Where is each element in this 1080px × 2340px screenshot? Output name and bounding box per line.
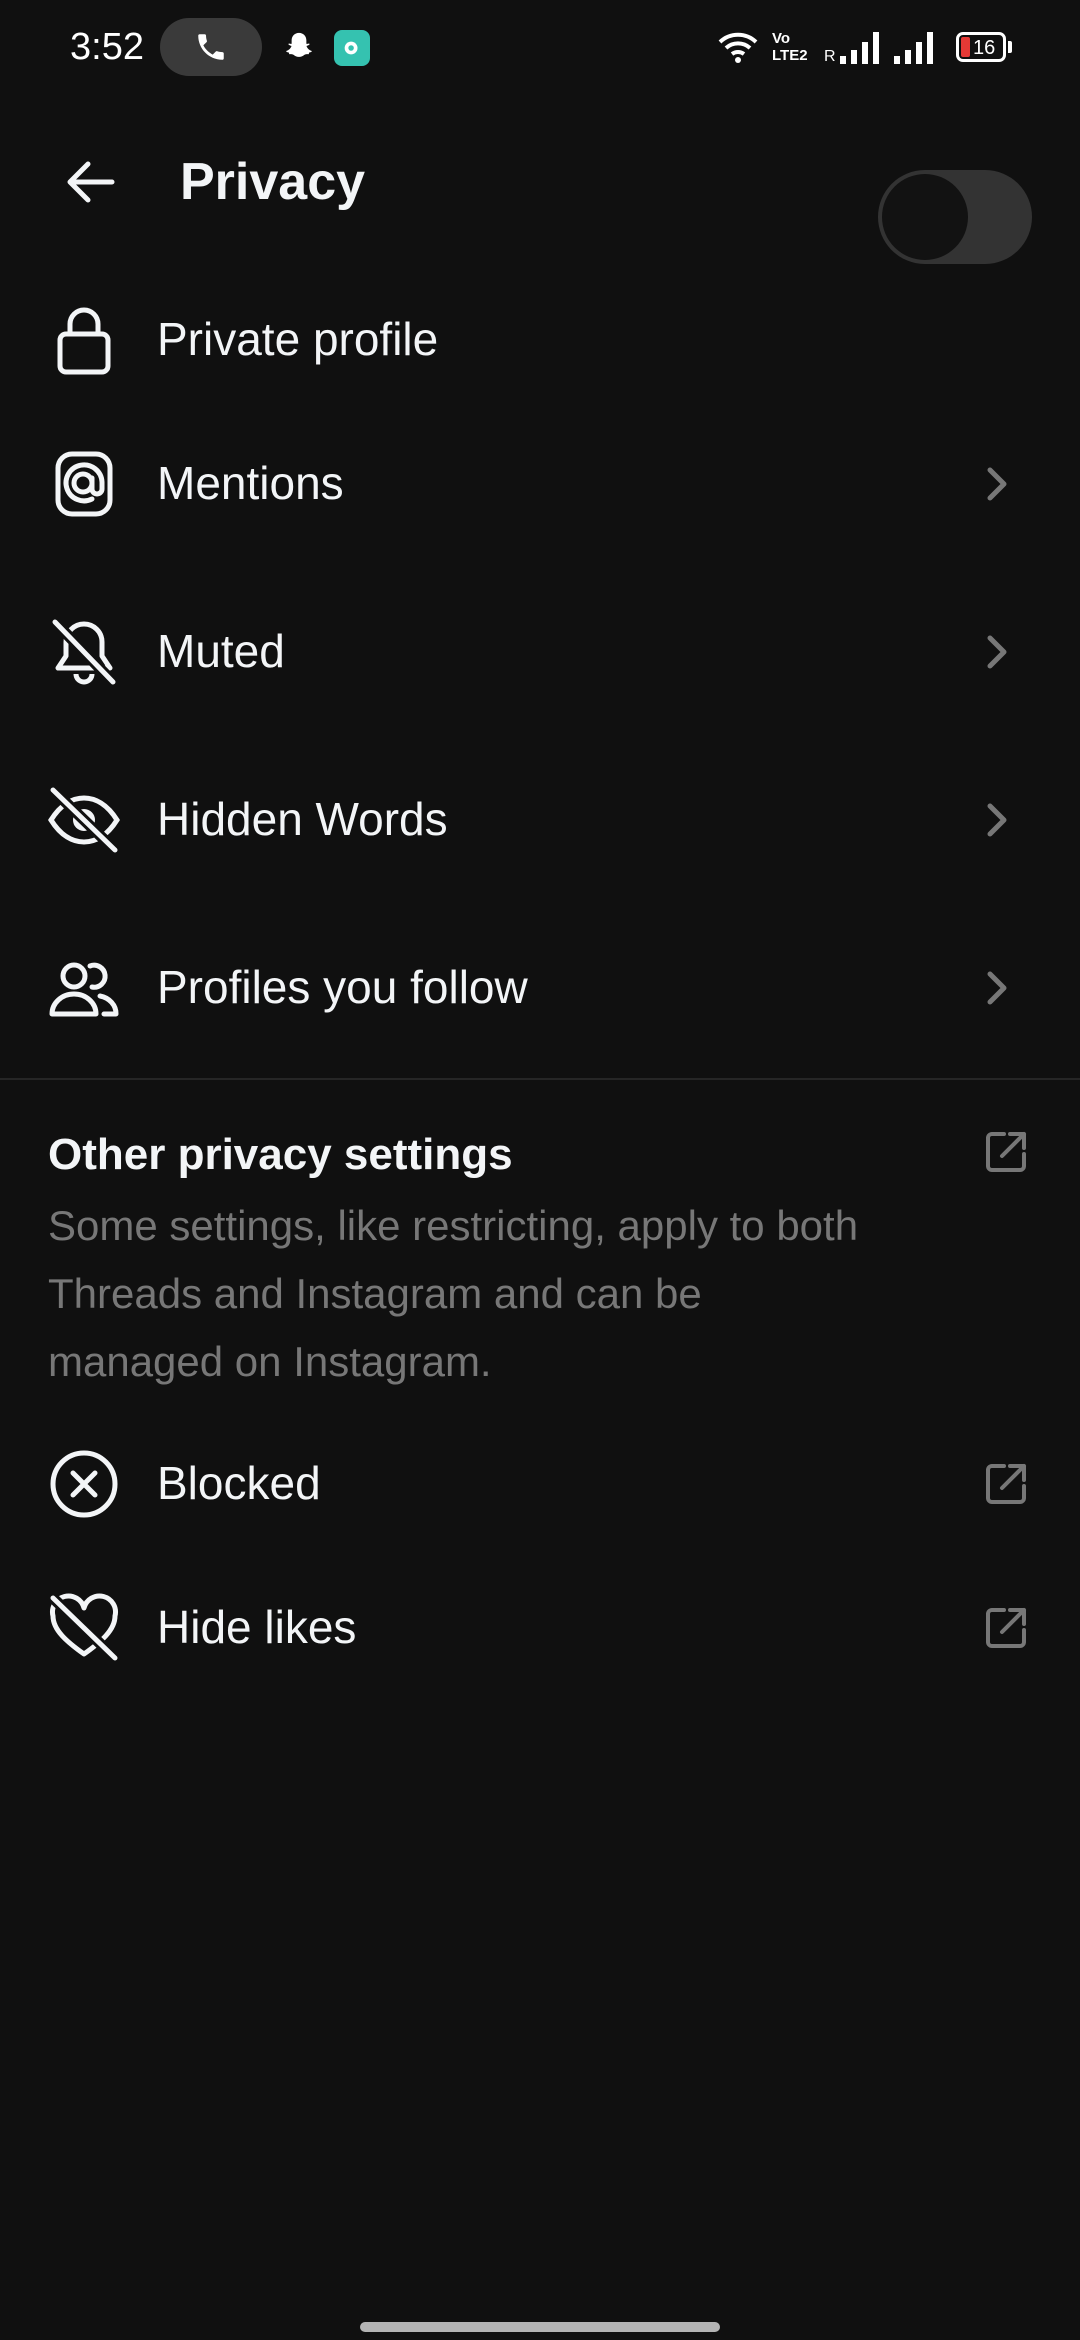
toggle-knob (882, 174, 968, 260)
at-icon (46, 446, 122, 522)
private-profile-row[interactable]: Private profile (0, 276, 1080, 396)
chevron-right-icon (987, 803, 1007, 837)
other-privacy-settings-title[interactable]: Other privacy settings (48, 1130, 513, 1180)
app-icon (334, 30, 370, 66)
back-arrow-icon (67, 161, 115, 203)
hidden-words-row[interactable]: Hidden Words (0, 756, 1080, 876)
signal-icon (894, 32, 933, 64)
section-divider (0, 1078, 1080, 1080)
battery-icon: 16 (956, 32, 1006, 62)
back-button[interactable] (54, 146, 126, 218)
hidden-words-label: Hidden Words (157, 793, 448, 845)
signal-icon (840, 32, 879, 64)
blocked-label: Blocked (157, 1457, 321, 1509)
lock-icon (46, 302, 122, 378)
profiles-you-follow-label: Profiles you follow (157, 961, 528, 1013)
profiles-you-follow-row[interactable]: Profiles you follow (0, 924, 1080, 1044)
snapchat-icon (286, 32, 312, 57)
battery-level: 16 (973, 37, 996, 59)
external-link-icon[interactable] (982, 1128, 1030, 1176)
chevron-right-icon (987, 467, 1007, 501)
volte-top-label: Vo (772, 30, 791, 47)
hide-likes-label: Hide likes (157, 1601, 357, 1653)
home-indicator[interactable] (360, 2322, 720, 2332)
heart-off-icon (46, 1590, 122, 1666)
chevron-right-icon (987, 971, 1007, 1005)
private-profile-toggle[interactable] (878, 170, 1032, 264)
wifi-icon (718, 32, 758, 63)
status-time: 3:52 (70, 26, 144, 68)
blocked-row[interactable]: Blocked (0, 1420, 1080, 1540)
private-profile-label: Private profile (157, 313, 439, 365)
mentions-row[interactable]: Mentions (0, 420, 1080, 540)
page-title: Privacy (180, 153, 366, 211)
bell-off-icon (46, 614, 122, 690)
external-link-icon (986, 1608, 1026, 1648)
volte-bottom-label: LTE2 (772, 47, 808, 64)
roaming-label: R (824, 48, 836, 65)
muted-label: Muted (157, 625, 285, 677)
privacy-screen: 3:52 Vo LTE2 R 16 Privacy Private profil… (0, 0, 1080, 2340)
mentions-label: Mentions (157, 457, 344, 509)
phone-icon (198, 34, 224, 60)
status-bar: 3:52 Vo LTE2 R 16 (0, 0, 1080, 100)
other-privacy-settings-description: Some settings, like restricting, apply t… (48, 1202, 859, 1385)
hide-likes-row[interactable]: Hide likes (0, 1564, 1080, 1684)
eye-off-icon (46, 782, 122, 858)
battery-level-fill (961, 37, 970, 57)
ongoing-call-pill[interactable] (160, 18, 262, 76)
external-link-icon (986, 1464, 1026, 1504)
people-icon (46, 950, 122, 1026)
muted-row[interactable]: Muted (0, 588, 1080, 708)
volte-icon: Vo LTE2 (772, 30, 812, 70)
battery-cap (1008, 41, 1012, 53)
chevron-right-icon (987, 635, 1007, 669)
x-circle-icon (46, 1446, 122, 1522)
